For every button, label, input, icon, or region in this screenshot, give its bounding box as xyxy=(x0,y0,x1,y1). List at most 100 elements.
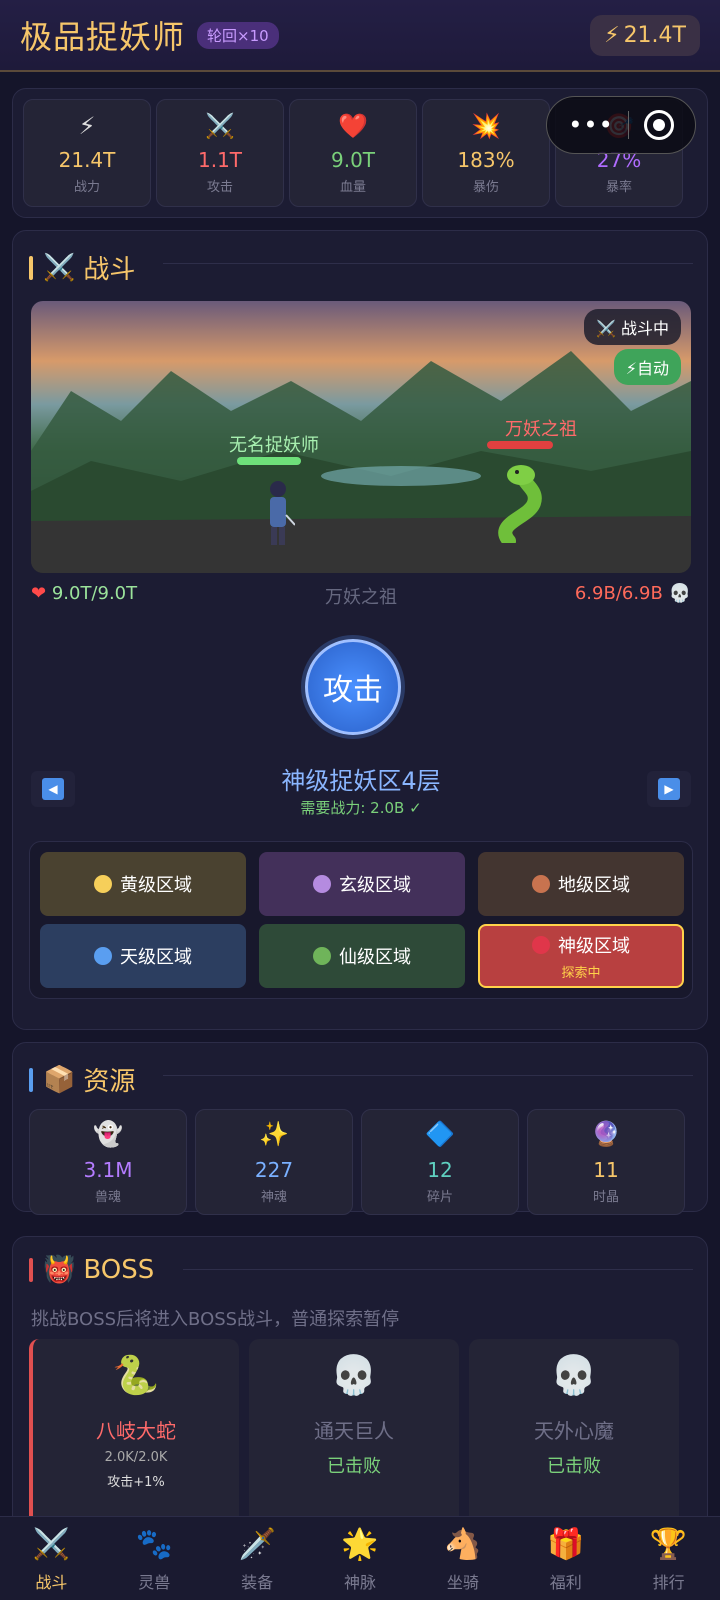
dagger-icon: 🗡️ xyxy=(238,1527,276,1562)
floor-requirement: 需要战力: 2.0B ✓ xyxy=(300,799,422,817)
auto-battle-toggle[interactable]: ⚡自动 xyxy=(613,349,681,385)
section-title: 战斗 xyxy=(83,255,136,285)
battle-panel: ⚔️ 战斗 ⚔️ 战斗中 ⚡自动 无名捉妖师 万妖之祖 ❤ 9.0T/9.0T … xyxy=(12,230,708,1030)
boss-card-demon[interactable]: 💀 天外心魔 已击败 xyxy=(469,1339,679,1539)
resource-label: 神魂 xyxy=(260,1190,287,1205)
stat-card-crit-damage: 💥 183% 暴伤 xyxy=(422,99,550,207)
stat-value: 183% xyxy=(457,148,515,172)
resource-value: 11 xyxy=(593,1158,619,1182)
enemy-name: 万妖之祖 xyxy=(505,419,577,440)
resources-panel: 📦 资源 👻 3.1M 兽魂 ✨ 227 神魂 🔷 12 碎片 🔮 11 时晶 xyxy=(12,1042,708,1215)
zone-exploring-tag: 探索中 xyxy=(561,965,601,981)
stat-label: 暴伤 xyxy=(472,180,499,195)
zone-heaven[interactable]: 天级区域 xyxy=(40,924,246,988)
resource-fragments: 🔷 12 碎片 xyxy=(361,1109,519,1215)
zone-label: 天级区域 xyxy=(120,947,192,968)
resource-label: 时晶 xyxy=(592,1190,619,1205)
resource-value: 12 xyxy=(427,1158,453,1182)
nav-mount[interactable]: 🐴 坐骑 xyxy=(411,1517,514,1600)
section-divider xyxy=(163,263,693,264)
explosion-icon: 💥 xyxy=(471,112,501,140)
resources-section-header: 📦 资源 xyxy=(29,1061,135,1098)
zone-immortal[interactable]: 仙级区域 xyxy=(259,924,465,988)
close-program-icon[interactable] xyxy=(643,110,674,140)
crossed-swords-icon: ⚔️ xyxy=(205,112,235,140)
stat-label: 攻击 xyxy=(206,180,233,195)
stat-label: 血量 xyxy=(339,180,366,195)
diamond-icon: 🔷 xyxy=(425,1120,455,1148)
zone-dot xyxy=(532,935,550,954)
resource-time-crystal: 🔮 11 时晶 xyxy=(527,1109,685,1215)
nav-label: 装备 xyxy=(241,1573,274,1592)
section-divider xyxy=(183,1269,693,1270)
stat-label: 暴率 xyxy=(605,180,632,195)
resource-beast-soul: 👻 3.1M 兽魂 xyxy=(29,1109,187,1215)
battle-section-header: ⚔️ 战斗 xyxy=(29,249,135,286)
boss-status: 已击败 xyxy=(547,1456,601,1477)
trophy-icon: 🏆 xyxy=(649,1527,688,1562)
hp-row: ❤ 9.0T/9.0T 万妖之祖 6.9B/6.9B 💀 xyxy=(31,583,691,613)
boss-reward: 攻击+1% xyxy=(107,1475,165,1490)
nav-battle[interactable]: ⚔️ 战斗 xyxy=(0,1517,103,1600)
stat-card-hp: ❤️ 9.0T 血量 xyxy=(289,99,417,207)
lightning-icon: ⚡ xyxy=(604,22,620,48)
nav-welfare[interactable]: 🎁 福利 xyxy=(514,1517,617,1600)
nav-equipment[interactable]: 🗡️ 装备 xyxy=(206,1517,309,1600)
nav-label: 战斗 xyxy=(35,1573,68,1592)
stat-card-power: ⚡ 21.4T 战力 xyxy=(23,99,151,207)
zone-label: 黄级区域 xyxy=(120,875,192,896)
boss-card-yamata[interactable]: 🐍 八岐大蛇 2.0K/2.0K 攻击+1% xyxy=(29,1339,239,1539)
skull-icon: 💀 xyxy=(662,583,691,604)
zone-dot xyxy=(94,875,112,893)
paw-icon: 🐾 xyxy=(135,1527,173,1562)
nav-spirit-beast[interactable]: 🐾 灵兽 xyxy=(103,1517,206,1600)
nav-label: 排行 xyxy=(652,1573,685,1592)
stat-value: 21.4T xyxy=(58,148,116,172)
boss-card-giant[interactable]: 💀 通天巨人 已击败 xyxy=(249,1339,459,1539)
zone-divine[interactable]: 神级区域 探索中 xyxy=(478,924,684,988)
resource-label: 兽魂 xyxy=(94,1190,121,1205)
stat-card-attack: ⚔️ 1.1T 攻击 xyxy=(156,99,284,207)
enemy-hp-bar xyxy=(487,441,553,449)
lightning-icon: ⚡ xyxy=(78,112,96,140)
snake-icon: 🐍 xyxy=(112,1353,160,1397)
zone-selector: 黄级区域 玄级区域 地级区域 天级区域 仙级区域 神级区域 探索中 xyxy=(29,841,693,999)
power-display: ⚡ 21.4T xyxy=(590,14,700,56)
enemy-hp: 6.9B/6.9B 💀 xyxy=(575,583,691,604)
zone-label: 地级区域 xyxy=(558,875,630,896)
zone-dot xyxy=(94,947,112,965)
more-menu-icon[interactable]: ••• xyxy=(568,111,613,139)
miniprogram-capsule: ••• xyxy=(546,96,696,154)
nav-divine-vein[interactable]: 🌟 神脉 xyxy=(309,1517,412,1600)
gift-icon: 🎁 xyxy=(547,1527,585,1562)
zone-earth[interactable]: 地级区域 xyxy=(478,852,684,916)
capsule-divider xyxy=(628,111,630,139)
zone-mystic[interactable]: 玄级区域 xyxy=(259,852,465,916)
section-accent-bar xyxy=(29,255,33,280)
boss-tip-text: 挑战BOSS后将进入BOSS战斗，普通探索暂停 xyxy=(31,1309,400,1330)
stat-value: 1.1T xyxy=(197,148,243,172)
crystal-ball-icon: 🔮 xyxy=(591,1120,621,1148)
section-accent-bar xyxy=(29,1067,33,1092)
zone-dot xyxy=(313,875,331,893)
zone-label: 仙级区域 xyxy=(339,947,411,968)
nav-label: 坐骑 xyxy=(446,1573,479,1592)
resource-value: 227 xyxy=(254,1158,294,1182)
attack-button[interactable]: 攻击 xyxy=(305,639,401,735)
zone-label: 神级区域 xyxy=(558,935,630,957)
heart-icon: ❤️ xyxy=(338,112,368,140)
zone-label: 玄级区域 xyxy=(339,875,411,896)
ghost-icon: 👻 xyxy=(93,1120,123,1148)
bottom-nav: ⚔️ 战斗 🐾 灵兽 🗡️ 装备 🌟 神脉 🐴 坐骑 🎁 福利 🏆 排行 xyxy=(0,1516,720,1600)
snake-enemy-sprite xyxy=(498,465,542,543)
nav-ranking[interactable]: 🏆 排行 xyxy=(617,1517,720,1600)
zone-yellow[interactable]: 黄级区域 xyxy=(40,852,246,916)
enemy-hp-text: 6.9B/6.9B xyxy=(574,583,663,604)
section-title: 资源 xyxy=(83,1067,136,1097)
nav-label: 灵兽 xyxy=(138,1573,171,1592)
resource-divine-soul: ✨ 227 神魂 xyxy=(195,1109,353,1215)
nav-label: 神脉 xyxy=(344,1573,377,1592)
hero-hp-bar xyxy=(237,457,301,465)
nav-label: 福利 xyxy=(549,1573,582,1592)
resource-label: 碎片 xyxy=(426,1190,453,1205)
